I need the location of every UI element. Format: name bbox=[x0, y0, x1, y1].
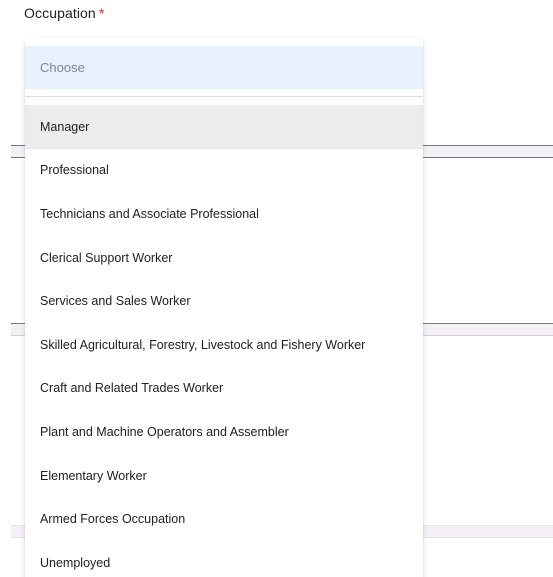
dropdown-option-manager[interactable]: Manager bbox=[25, 105, 423, 149]
dropdown-option-services-and-sales-worker[interactable]: Services and Sales Worker bbox=[25, 279, 423, 323]
dropdown-option-clerical-support-worker[interactable]: Clerical Support Worker bbox=[25, 236, 423, 280]
menu-divider bbox=[25, 96, 423, 97]
dropdown-option-unemployed[interactable]: Unemployed bbox=[25, 541, 423, 577]
dropdown-option-technicians-and-associate-professional[interactable]: Technicians and Associate Professional bbox=[25, 192, 423, 236]
dropdown-option-skilled-agricultural-forestry-livestock-and-fishery-worker[interactable]: Skilled Agricultural, Forestry, Livestoc… bbox=[25, 323, 423, 367]
required-asterisk: * bbox=[98, 5, 105, 21]
question-title: Occupation bbox=[24, 5, 96, 21]
dropdown-option-armed-forces-occupation[interactable]: Armed Forces Occupation bbox=[25, 497, 423, 541]
question-label: Occupation * bbox=[24, 5, 104, 21]
dropdown-option-choose[interactable]: Choose bbox=[25, 46, 423, 89]
dropdown-option-craft-and-related-trades-worker[interactable]: Craft and Related Trades Worker bbox=[25, 367, 423, 411]
occupation-option-list: Manager Professional Technicians and Assoc… bbox=[25, 105, 423, 577]
dropdown-option-elementary-worker[interactable]: Elementary Worker bbox=[25, 454, 423, 498]
dropdown-option-professional[interactable]: Professional bbox=[25, 149, 423, 193]
occupation-dropdown-menu[interactable]: Choose Manager Professional Technicians an… bbox=[25, 38, 423, 577]
dropdown-option-plant-and-machine-operators-and-assembler[interactable]: Plant and Machine Operators and Assemble… bbox=[25, 410, 423, 454]
form-page: Occupation * Choose Manager Professional Te… bbox=[0, 0, 553, 577]
